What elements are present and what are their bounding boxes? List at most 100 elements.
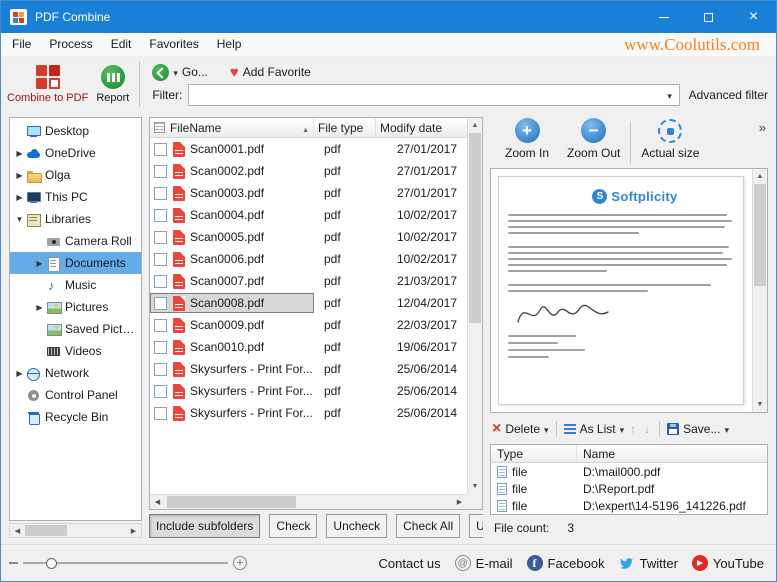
view-mode-button[interactable]: As List (563, 422, 625, 436)
scroll-right-button[interactable]: ▶ (452, 495, 467, 509)
advanced-filter-link[interactable]: Advanced filter (689, 88, 768, 102)
scrollbar-thumb[interactable] (25, 525, 68, 536)
tree-item-libraries[interactable]: ▼ Libraries (10, 208, 141, 230)
scrollbar-track[interactable] (753, 184, 767, 397)
scrollbar-track[interactable] (165, 495, 452, 509)
file-row-skysurfers-print-for[interactable]: Skysurfers - Print For... pdf 25/06/2014 (150, 358, 467, 380)
slider-thumb[interactable] (45, 557, 57, 569)
file-checkbox[interactable] (154, 362, 167, 376)
scroll-down-button[interactable]: ▼ (468, 479, 482, 494)
tree-item-documents[interactable]: ▶ Documents (10, 252, 141, 274)
check-button[interactable]: Check (269, 514, 318, 538)
tree-item-pictures[interactable]: ▶ Pictures (10, 296, 141, 318)
menu-file[interactable]: File (3, 33, 40, 56)
expand-arrow-icon[interactable]: ▶ (14, 369, 25, 378)
tree-item-saved-pictures[interactable]: Saved Pictures (10, 318, 141, 340)
add-favorite-button[interactable]: Add Favorite (230, 65, 311, 80)
statusbar-link-e-mail[interactable]: @ E-mail (454, 555, 513, 571)
file-row-skysurfers-print-for[interactable]: Skysurfers - Print For... pdf 25/06/2014 (150, 402, 467, 424)
menu-edit[interactable]: Edit (102, 33, 141, 56)
expand-arrow-icon[interactable]: ▶ (34, 259, 45, 268)
tree-item-network[interactable]: ▶ Network (10, 362, 141, 384)
zoom-in-button[interactable]: Zoom In (496, 118, 558, 160)
menu-favorites[interactable]: Favorites (140, 33, 207, 56)
zoom-out-button[interactable]: Zoom Out (558, 118, 629, 160)
file-row-scan0004-pdf[interactable]: Scan0004.pdf pdf 10/02/2017 (150, 204, 467, 226)
scrollbar-thumb[interactable] (754, 184, 766, 287)
file-checkbox[interactable] (154, 252, 167, 266)
file-checkbox[interactable] (154, 340, 167, 354)
expand-arrow-icon[interactable]: ▶ (14, 193, 25, 202)
tree-item-desktop[interactable]: Desktop (10, 120, 141, 142)
scroll-down-button[interactable]: ▼ (753, 397, 767, 412)
scroll-up-button[interactable]: ▲ (468, 118, 482, 133)
scroll-left-button[interactable]: ◀ (10, 524, 25, 537)
file-checkbox[interactable] (154, 142, 167, 156)
scroll-up-button[interactable]: ▲ (753, 169, 767, 184)
file-checkbox[interactable] (154, 296, 167, 310)
file-checkbox[interactable] (154, 164, 167, 178)
tree-item-control-panel[interactable]: Control Panel (10, 384, 141, 406)
column-header-filename[interactable]: FileName (150, 118, 314, 137)
file-row-skysurfers-print-for[interactable]: Skysurfers - Print For... pdf 25/06/2014 (150, 380, 467, 402)
include-subfolders-button[interactable]: Include subfolders (149, 514, 261, 538)
file-checkbox[interactable] (154, 384, 167, 398)
tree-item-olga[interactable]: ▶ Olga (10, 164, 141, 186)
slider-plus-button[interactable] (233, 556, 247, 570)
filter-dropdown-button[interactable] (660, 84, 679, 105)
combine-to-pdf-button[interactable]: Combine to PDF (3, 58, 92, 110)
save-button[interactable]: Save... (667, 422, 729, 436)
file-checkbox[interactable] (154, 406, 167, 420)
output-row[interactable]: file D:\expert\14-5196_141226.pdf (491, 497, 767, 514)
file-checkbox[interactable] (154, 230, 167, 244)
scrollbar-thumb[interactable] (167, 496, 297, 508)
file-checkbox[interactable] (154, 318, 167, 332)
scrollbar-track[interactable] (468, 133, 482, 479)
file-row-scan0003-pdf[interactable]: Scan0003.pdf pdf 27/01/2017 (150, 182, 467, 204)
scrollbar-thumb[interactable] (469, 133, 481, 324)
file-checkbox[interactable] (154, 274, 167, 288)
toolbar-overflow-button[interactable] (759, 120, 766, 135)
tree-item-videos[interactable]: Videos (10, 340, 141, 362)
expand-arrow-icon[interactable]: ▶ (34, 303, 45, 312)
scrollbar-track[interactable] (25, 524, 126, 537)
close-button[interactable] (731, 1, 776, 33)
uncheck-all-button[interactable]: Uncheck All (469, 514, 483, 538)
expand-arrow-icon[interactable]: ▶ (14, 149, 25, 158)
tree-item-this-pc[interactable]: ▶ This PC (10, 186, 141, 208)
move-up-button[interactable]: ↑ (628, 422, 638, 436)
delete-button[interactable]: Delete (492, 421, 549, 437)
check-all-button[interactable]: Check All (396, 514, 461, 538)
slider-track[interactable] (23, 557, 228, 569)
maximize-button[interactable] (686, 1, 731, 33)
minimize-button[interactable] (641, 1, 686, 33)
file-row-scan0010-pdf[interactable]: Scan0010.pdf pdf 19/06/2017 (150, 336, 467, 358)
expand-arrow-icon[interactable]: ▶ (14, 171, 25, 180)
statusbar-link-twitter[interactable]: Twitter (619, 556, 678, 571)
actual-size-button[interactable]: Actual size (632, 118, 708, 160)
tree-item-camera-roll[interactable]: Camera Roll (10, 230, 141, 252)
tree-item-recycle-bin[interactable]: Recycle Bin (10, 406, 141, 428)
output-row[interactable]: file D:\mail000.pdf (491, 463, 767, 480)
column-header-filetype[interactable]: File type (314, 118, 376, 137)
statusbar-link-facebook[interactable]: f Facebook (526, 555, 605, 571)
file-row-scan0005-pdf[interactable]: Scan0005.pdf pdf 10/02/2017 (150, 226, 467, 248)
scroll-right-button[interactable]: ▶ (126, 524, 141, 537)
file-row-scan0006-pdf[interactable]: Scan0006.pdf pdf 10/02/2017 (150, 248, 467, 270)
file-row-scan0001-pdf[interactable]: Scan0001.pdf pdf 27/01/2017 (150, 138, 467, 160)
file-row-scan0007-pdf[interactable]: Scan0007.pdf pdf 21/03/2017 (150, 270, 467, 292)
menu-help[interactable]: Help (208, 33, 251, 56)
column-header-modifydate[interactable]: Modify date (376, 118, 467, 137)
file-checkbox[interactable] (154, 208, 167, 222)
filter-input[interactable] (188, 83, 680, 106)
collapse-arrow-icon[interactable]: ▼ (14, 215, 25, 224)
uncheck-button[interactable]: Uncheck (326, 514, 388, 538)
menu-process[interactable]: Process (40, 33, 101, 56)
file-checkbox[interactable] (154, 186, 167, 200)
tree-item-onedrive[interactable]: ▶ OneDrive (10, 142, 141, 164)
column-header-type[interactable]: Type (491, 445, 577, 462)
statusbar-link-youtube[interactable]: YouTube (691, 555, 764, 571)
contact-us-link[interactable]: Contact us (379, 556, 441, 571)
move-down-button[interactable]: ↓ (642, 422, 652, 436)
file-row-scan0009-pdf[interactable]: Scan0009.pdf pdf 22/03/2017 (150, 314, 467, 336)
